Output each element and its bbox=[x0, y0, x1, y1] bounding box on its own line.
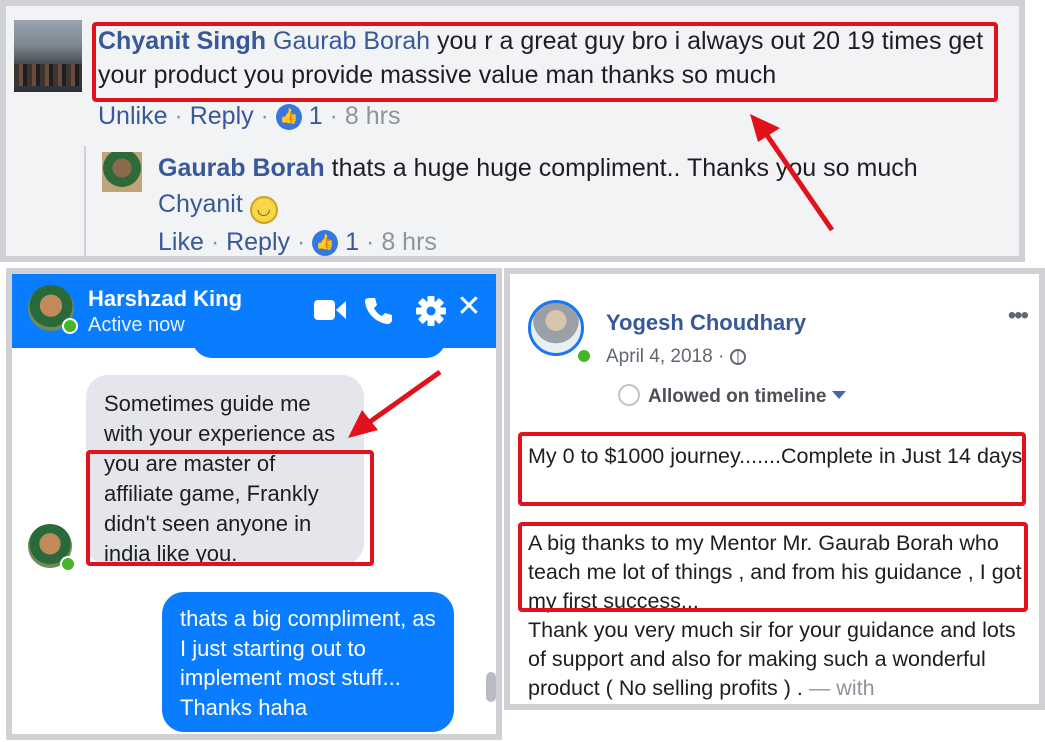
caret-down-icon[interactable] bbox=[832, 391, 847, 399]
radio-icon[interactable] bbox=[618, 384, 640, 406]
like-button[interactable]: Like bbox=[158, 228, 204, 256]
timeline-visibility-dropdown[interactable]: Allowed on timeline bbox=[618, 384, 847, 408]
thumbs-up-icon[interactable]: 👍 bbox=[312, 230, 339, 256]
highlight-box bbox=[518, 432, 1026, 506]
post-paragraph: Thank you very much sir for your guidanc… bbox=[528, 616, 1026, 703]
gear-icon[interactable] bbox=[416, 296, 446, 326]
separator: · bbox=[203, 228, 227, 256]
online-indicator bbox=[60, 556, 76, 572]
online-indicator bbox=[576, 348, 592, 364]
post-author-link[interactable]: Yogesh Choudhary bbox=[606, 310, 806, 336]
active-status: Active now bbox=[88, 314, 185, 336]
replier-avatar[interactable] bbox=[102, 152, 142, 192]
like-count[interactable]: 1 bbox=[345, 228, 359, 256]
post-meta: April 4, 2018 · bbox=[606, 346, 746, 368]
commenter-avatar[interactable] bbox=[14, 20, 82, 92]
chat-header[interactable]: Harshzad King Active now ✕ bbox=[12, 274, 496, 348]
online-indicator bbox=[62, 318, 78, 334]
separator: · bbox=[290, 228, 313, 256]
reply-author-link[interactable]: Gaurab Borah bbox=[158, 154, 325, 182]
mention-link[interactable]: Chyanit bbox=[158, 190, 243, 218]
red-arrow-icon bbox=[348, 369, 442, 438]
highlight-box bbox=[86, 450, 374, 566]
messenger-panel: Harshzad King Active now ✕ Sometimes gui… bbox=[6, 268, 502, 740]
red-arrow-icon bbox=[750, 114, 835, 232]
comment-thread-panel: Chyanit Singh Gaurab Borah you r a great… bbox=[0, 0, 1025, 262]
thread-line bbox=[84, 146, 86, 256]
close-icon[interactable]: ✕ bbox=[454, 292, 484, 322]
more-options-icon[interactable]: ••• bbox=[1008, 302, 1029, 330]
with-label: — with bbox=[802, 676, 875, 700]
smiley-emoji-icon: ◡ bbox=[249, 196, 278, 224]
separator: · bbox=[712, 346, 730, 367]
reply-actions: Like · Reply · 👍 1 · 8 hrs bbox=[158, 228, 437, 256]
separator: · bbox=[322, 102, 345, 130]
contact-name[interactable]: Harshzad King bbox=[88, 286, 242, 312]
like-count[interactable]: 1 bbox=[309, 102, 323, 130]
comment-actions: Unlike · Reply · 👍 1 · 8 hrs bbox=[98, 102, 401, 131]
separator: · bbox=[359, 228, 382, 256]
unlike-button[interactable]: Unlike bbox=[98, 102, 167, 130]
post-paragraph-text: Thank you very much sir for your guidanc… bbox=[528, 618, 1016, 700]
outgoing-message[interactable]: thats a big compliment, as I just starti… bbox=[162, 592, 454, 732]
globe-icon[interactable] bbox=[729, 349, 746, 365]
reply-text: Gaurab Borah thats a huge huge complimen… bbox=[158, 150, 978, 224]
video-camera-icon[interactable] bbox=[314, 298, 346, 322]
reply-button[interactable]: Reply bbox=[226, 228, 290, 256]
post-date-link[interactable]: April 4, 2018 bbox=[606, 346, 713, 367]
timestamp[interactable]: 8 hrs bbox=[381, 228, 437, 256]
highlight-box bbox=[92, 22, 998, 102]
highlight-box bbox=[518, 522, 1028, 612]
reply-button[interactable]: Reply bbox=[190, 102, 254, 130]
thumbs-up-icon[interactable]: 👍 bbox=[275, 104, 302, 130]
post-panel: Yogesh Choudhary April 4, 2018 · ••• All… bbox=[504, 268, 1045, 710]
timeline-status-label: Allowed on timeline bbox=[648, 386, 827, 407]
tagged-people[interactable]: Aniket Sharma, Aniket Gadhi, Sharma, Gau… bbox=[528, 702, 989, 704]
separator: · bbox=[253, 102, 276, 130]
scrollbar[interactable] bbox=[486, 672, 496, 702]
timestamp[interactable]: 8 hrs bbox=[345, 102, 401, 130]
previous-message-bubble bbox=[192, 338, 446, 358]
separator: · bbox=[167, 102, 190, 130]
phone-icon[interactable] bbox=[364, 296, 392, 324]
author-avatar[interactable] bbox=[528, 300, 584, 356]
